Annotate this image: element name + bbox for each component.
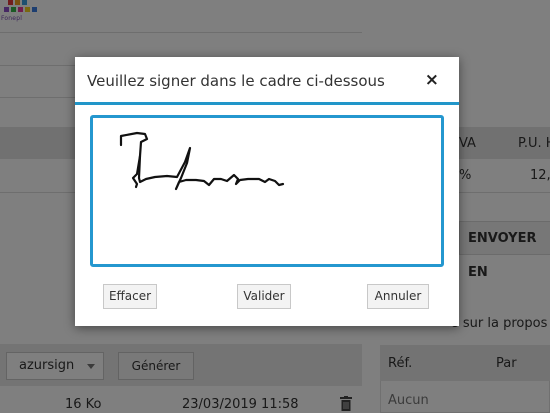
signature-drawing (119, 131, 285, 191)
close-icon[interactable]: × (425, 70, 439, 90)
clear-button[interactable]: Effacer (103, 284, 157, 309)
signature-dialog: Veuillez signer dans le cadre ci-dessous… (75, 57, 459, 326)
dialog-title: Veuillez signer dans le cadre ci-dessous (87, 72, 385, 90)
validate-button[interactable]: Valider (237, 284, 291, 309)
title-divider (75, 102, 459, 105)
signature-canvas[interactable] (90, 115, 444, 267)
cancel-button[interactable]: Annuler (367, 284, 429, 309)
